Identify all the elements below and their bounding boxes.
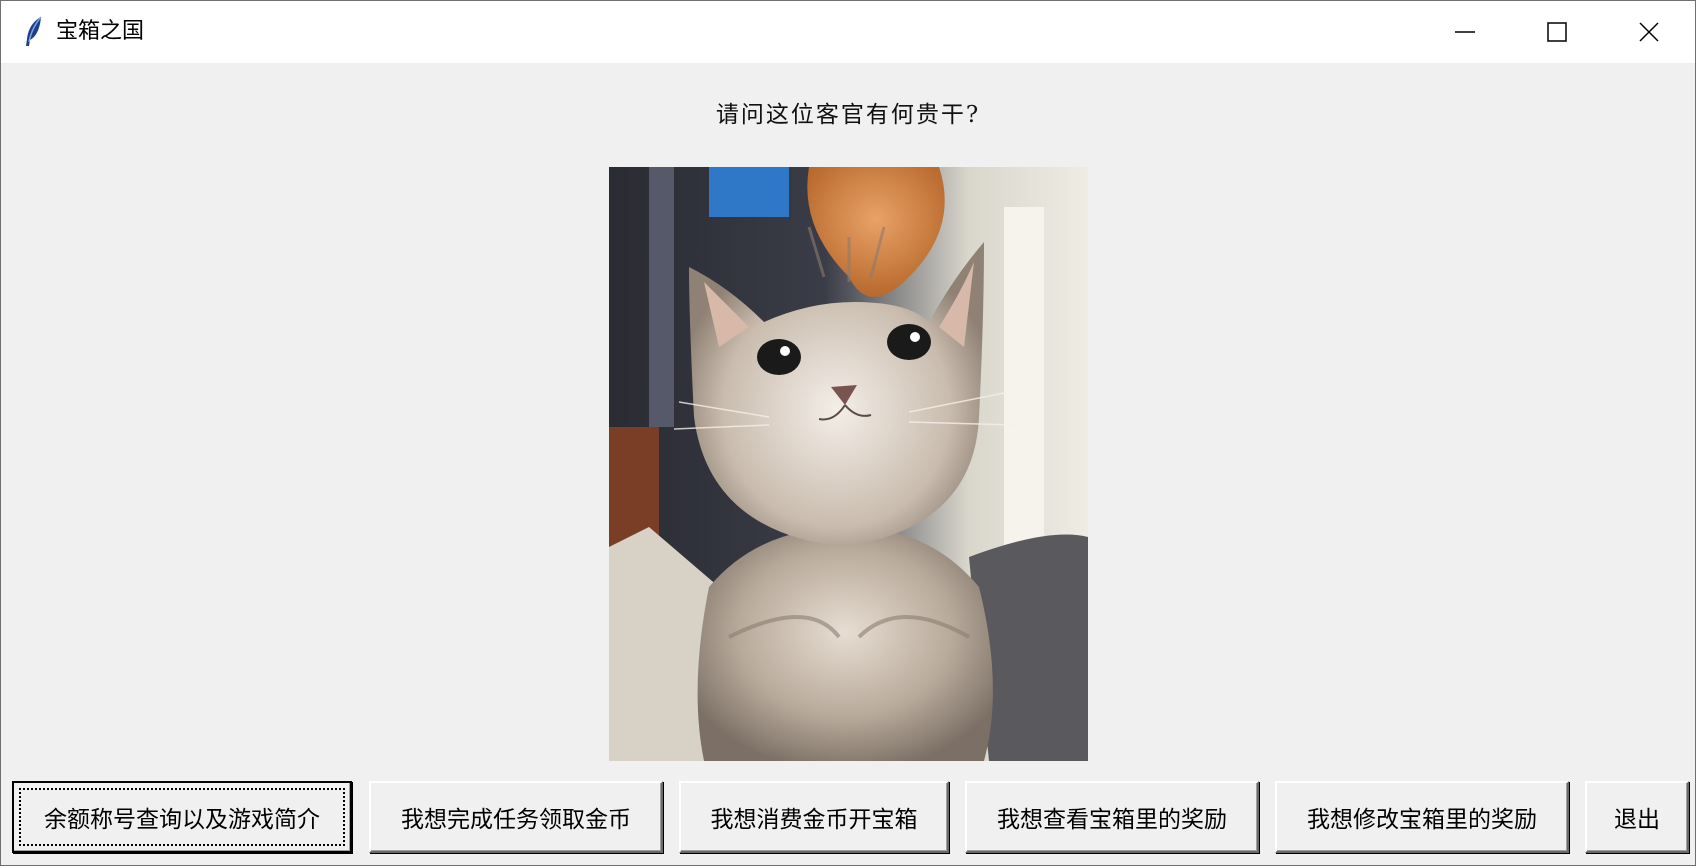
view-rewards-label: 我想查看宝箱里的奖励 xyxy=(997,807,1227,833)
edit-rewards-button[interactable]: 我想修改宝箱里的奖励 xyxy=(1275,781,1569,853)
complete-task-label: 我想完成任务领取金币 xyxy=(401,807,631,833)
view-rewards-button[interactable]: 我想查看宝箱里的奖励 xyxy=(965,781,1259,853)
title-bar[interactable]: 宝箱之国 xyxy=(1,1,1695,63)
minimize-button[interactable] xyxy=(1419,1,1511,63)
balance-title-intro-label: 余额称号查询以及游戏简介 xyxy=(44,807,320,833)
action-button-row: 余额称号查询以及游戏简介 我想完成任务领取金币 我想消费金币开宝箱 我想查看宝箱… xyxy=(1,781,1695,855)
exit-button[interactable]: 退出 xyxy=(1585,781,1689,853)
open-chest-label: 我想消费金币开宝箱 xyxy=(710,807,918,833)
maximize-icon xyxy=(1547,22,1567,42)
feather-icon xyxy=(23,15,45,49)
edit-rewards-label: 我想修改宝箱里的奖励 xyxy=(1307,807,1537,833)
close-button[interactable] xyxy=(1603,1,1695,63)
main-content: 请问这位客官有何贵干? 余额称号查询以及游戏简介 我想完成任务领取金币 我想消费… xyxy=(1,63,1695,865)
app-window: 宝箱之国 请问这位客官有何贵干? 余额称号查询以及游戏简介 我想完成任务领取金币… xyxy=(0,0,1696,866)
window-title: 宝箱之国 xyxy=(56,19,145,44)
open-chest-button[interactable]: 我想消费金币开宝箱 xyxy=(679,781,949,853)
prompt-label: 请问这位客官有何贵干? xyxy=(715,102,981,128)
close-icon xyxy=(1639,22,1659,42)
maximize-button[interactable] xyxy=(1511,1,1603,63)
complete-task-button[interactable]: 我想完成任务领取金币 xyxy=(369,781,663,853)
exit-label: 退出 xyxy=(1614,807,1660,833)
cat-photo xyxy=(609,167,1088,761)
minimize-icon xyxy=(1455,31,1475,33)
balance-title-intro-button[interactable]: 余额称号查询以及游戏简介 xyxy=(12,781,352,853)
